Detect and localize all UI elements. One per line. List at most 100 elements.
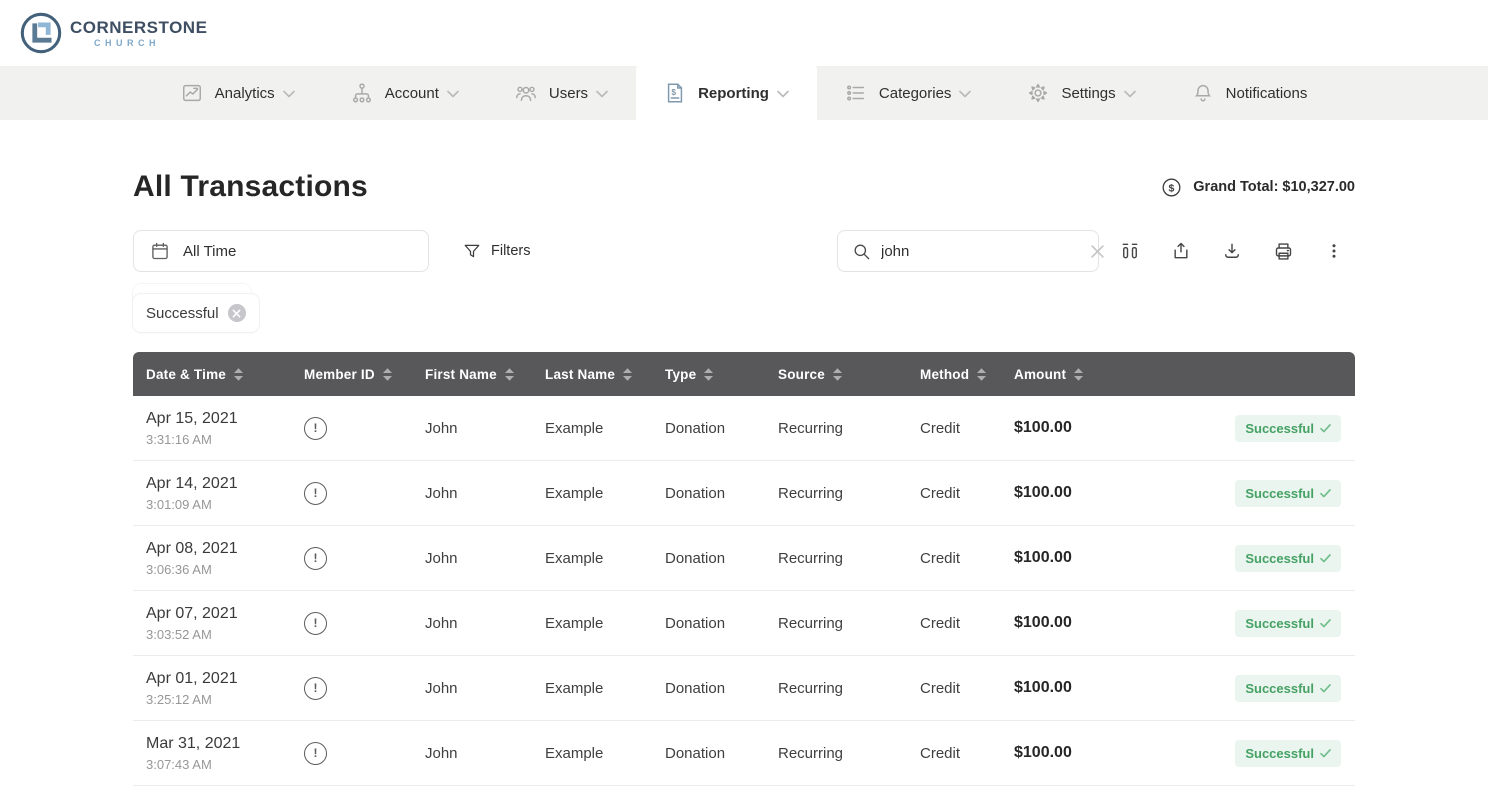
- member-id-alert-icon[interactable]: !: [304, 612, 327, 635]
- nav-label: Reporting: [698, 85, 769, 102]
- nav-item-reporting[interactable]: $ Reporting: [636, 62, 817, 120]
- column-header-date-time[interactable]: Date & Time: [133, 367, 291, 382]
- cell-source: Recurring: [765, 615, 907, 632]
- cell-last-name: Example: [532, 420, 652, 437]
- search-input[interactable]: [881, 243, 1080, 260]
- column-header-first-name[interactable]: First Name: [412, 367, 532, 382]
- transaction-date: Apr 08, 2021: [146, 540, 291, 558]
- cell-first-name: John: [412, 420, 532, 437]
- table-row[interactable]: Apr 14, 2021 3:01:09 AM ! John Example D…: [133, 461, 1355, 526]
- filters-button[interactable]: Filters: [453, 234, 540, 268]
- cell-method: Credit: [907, 550, 1001, 567]
- nav-label: Analytics: [215, 85, 275, 102]
- cell-amount: $100.00: [1001, 549, 1117, 567]
- transaction-time: 3:25:12 AM: [146, 692, 291, 707]
- cell-date-time: Apr 15, 2021 3:31:16 AM: [133, 410, 291, 447]
- cell-first-name: John: [412, 745, 532, 762]
- table-row[interactable]: Apr 01, 2021 3:25:12 AM ! John Example D…: [133, 656, 1355, 721]
- column-header-type[interactable]: Type: [652, 367, 765, 382]
- cell-first-name: John: [412, 485, 532, 502]
- table-row[interactable]: Apr 15, 2021 3:31:16 AM ! John Example D…: [133, 396, 1355, 461]
- cell-member-id: !: [291, 742, 412, 765]
- cell-source: Recurring: [765, 485, 907, 502]
- chevron-down-icon: [596, 85, 608, 102]
- cell-method: Credit: [907, 615, 1001, 632]
- cell-first-name: John: [412, 615, 532, 632]
- transaction-time: 3:31:16 AM: [146, 432, 291, 447]
- transaction-date: Apr 07, 2021: [146, 605, 291, 623]
- filters-label: Filters: [491, 243, 530, 259]
- chevron-down-icon: [777, 85, 789, 102]
- status-badge: Successful: [1235, 415, 1341, 442]
- page-content: All Transactions $ Grand Total: $10,327.…: [0, 170, 1488, 786]
- dollar-circle-icon: $: [1161, 177, 1182, 198]
- status-badge: Successful: [1235, 545, 1341, 572]
- cell-last-name: Example: [532, 680, 652, 697]
- cell-member-id: !: [291, 547, 412, 570]
- table-row[interactable]: Apr 07, 2021 3:03:52 AM ! John Example D…: [133, 591, 1355, 656]
- nav-label: Users: [549, 85, 588, 102]
- cornerstone-logo[interactable]: CORNERSTONE CHURCH: [18, 10, 207, 56]
- transaction-time: 3:01:09 AM: [146, 497, 291, 512]
- remove-filter-icon[interactable]: [228, 304, 246, 322]
- column-header-method[interactable]: Method: [907, 367, 1001, 382]
- download-button[interactable]: [1211, 230, 1253, 272]
- search-icon: [852, 242, 871, 261]
- check-icon: [1320, 554, 1331, 563]
- column-header-last-name[interactable]: Last Name: [532, 367, 652, 382]
- cell-source: Recurring: [765, 680, 907, 697]
- column-header-amount[interactable]: Amount: [1001, 367, 1117, 382]
- cell-status: Successful: [1117, 675, 1355, 702]
- cell-status: Successful: [1117, 480, 1355, 507]
- more-options-button[interactable]: [1313, 230, 1355, 272]
- columns-button[interactable]: [1109, 230, 1151, 272]
- cell-last-name: Example: [532, 615, 652, 632]
- check-icon: [1320, 619, 1331, 628]
- filter-chip-successful: Successful: [133, 294, 259, 332]
- nav-item-users[interactable]: Users: [487, 66, 636, 120]
- title-row: All Transactions $ Grand Total: $10,327.…: [133, 170, 1355, 204]
- member-id-alert-icon[interactable]: !: [304, 742, 327, 765]
- transaction-date: Apr 14, 2021: [146, 475, 291, 493]
- member-id-alert-icon[interactable]: !: [304, 677, 327, 700]
- transaction-time: 3:06:36 AM: [146, 562, 291, 577]
- clear-search-icon[interactable]: [1090, 244, 1105, 259]
- print-button[interactable]: [1262, 230, 1304, 272]
- nav-item-analytics[interactable]: Analytics: [153, 66, 323, 120]
- member-id-alert-icon[interactable]: !: [304, 547, 327, 570]
- sort-icon: [833, 368, 842, 381]
- sort-icon: [234, 368, 243, 381]
- cell-date-time: Apr 14, 2021 3:01:09 AM: [133, 475, 291, 512]
- status-badge: Successful: [1235, 675, 1341, 702]
- chevron-down-icon: [283, 85, 295, 102]
- transaction-date: Apr 01, 2021: [146, 670, 291, 688]
- logo-name: CORNERSTONE: [70, 19, 207, 36]
- cell-member-id: !: [291, 612, 412, 635]
- member-id-alert-icon[interactable]: !: [304, 482, 327, 505]
- share-button[interactable]: [1160, 230, 1202, 272]
- cell-type: Donation: [652, 550, 765, 567]
- top-brand-bar: CORNERSTONE CHURCH: [0, 0, 1488, 66]
- cell-first-name: John: [412, 680, 532, 697]
- account-icon: [351, 81, 375, 105]
- column-label: Member ID: [304, 367, 375, 382]
- column-header-source[interactable]: Source: [765, 367, 907, 382]
- transaction-time: 3:07:43 AM: [146, 757, 291, 772]
- cell-status: Successful: [1117, 740, 1355, 767]
- nav-item-categories[interactable]: Categories: [817, 66, 1000, 120]
- grand-total-label: Grand Total: $10,327.00: [1193, 179, 1355, 195]
- date-range-select[interactable]: All Time: [133, 230, 429, 272]
- check-icon: [1320, 684, 1331, 693]
- cell-source: Recurring: [765, 550, 907, 567]
- table-row[interactable]: Apr 08, 2021 3:06:36 AM ! John Example D…: [133, 526, 1355, 591]
- nav-item-account[interactable]: Account: [323, 66, 487, 120]
- cell-type: Donation: [652, 680, 765, 697]
- nav-item-notifications[interactable]: Notifications: [1164, 66, 1336, 120]
- column-header-member-id[interactable]: Member ID: [291, 367, 412, 382]
- cell-date-time: Apr 07, 2021 3:03:52 AM: [133, 605, 291, 642]
- download-icon: [1222, 241, 1242, 261]
- main-nav: Analytics Account Users $: [0, 66, 1488, 120]
- member-id-alert-icon[interactable]: !: [304, 417, 327, 440]
- nav-item-settings[interactable]: Settings: [999, 66, 1163, 120]
- table-row[interactable]: Mar 31, 2021 3:07:43 AM ! John Example D…: [133, 721, 1355, 786]
